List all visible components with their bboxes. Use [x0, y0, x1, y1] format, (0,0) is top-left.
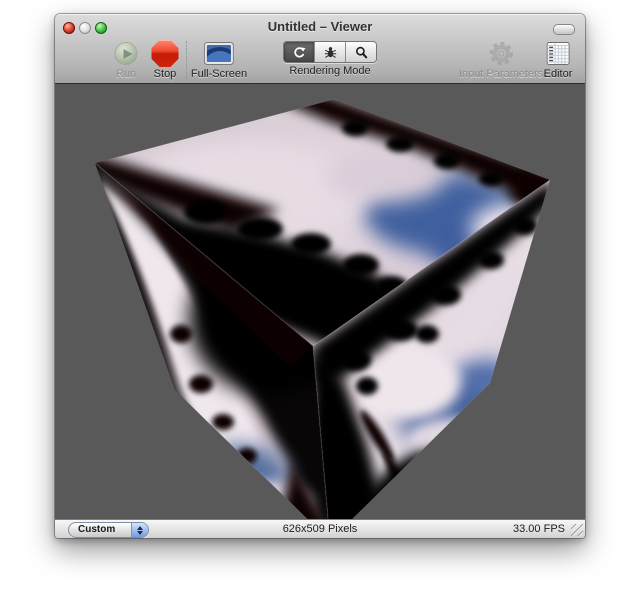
screenshot: Untitled – Viewer Run Stop: [0, 0, 635, 608]
toolbar-toggle-button[interactable]: [553, 24, 575, 35]
toolbar-separator: [186, 41, 187, 79]
stop-octagon-icon: [152, 40, 179, 67]
display-icon: [191, 40, 247, 67]
spreadsheet-icon: [544, 40, 573, 67]
segment-debug[interactable]: [315, 42, 346, 62]
segment-render[interactable]: [284, 42, 315, 62]
full-screen-label: Full-Screen: [191, 68, 247, 80]
viewer-canvas: [55, 84, 585, 519]
cube-render: [55, 84, 585, 519]
input-parameters-button[interactable]: Input Parameters: [459, 40, 543, 80]
segment-profile[interactable]: [346, 42, 376, 62]
fps-readout: 33.00 FPS: [513, 523, 565, 535]
editor-label: Editor: [544, 68, 573, 80]
status-bar: Custom 626x509 Pixels 33.00 FPS: [55, 519, 585, 538]
run-play-icon: [115, 40, 138, 67]
run-label: Run: [115, 68, 138, 80]
window-chrome: Untitled – Viewer Run Stop: [55, 14, 585, 84]
viewport-dimensions: 626x509 Pixels: [55, 523, 585, 535]
stop-label: Stop: [152, 68, 179, 80]
circular-arrow-icon: [292, 45, 307, 60]
gear-icon: [459, 40, 543, 67]
rendering-mode-control: Rendering Mode: [283, 40, 377, 77]
resize-grip[interactable]: [571, 524, 583, 536]
stop-button[interactable]: Stop: [152, 40, 179, 80]
run-button[interactable]: Run: [115, 40, 138, 80]
window-title: Untitled – Viewer: [55, 19, 585, 34]
magnifier-icon: [354, 45, 369, 60]
rendering-mode-label: Rendering Mode: [283, 65, 377, 77]
input-parameters-label: Input Parameters: [459, 68, 543, 80]
viewer-window: Untitled – Viewer Run Stop: [55, 14, 585, 538]
bug-icon: [323, 45, 338, 60]
full-screen-button[interactable]: Full-Screen: [191, 40, 247, 80]
editor-button[interactable]: Editor: [544, 40, 573, 80]
